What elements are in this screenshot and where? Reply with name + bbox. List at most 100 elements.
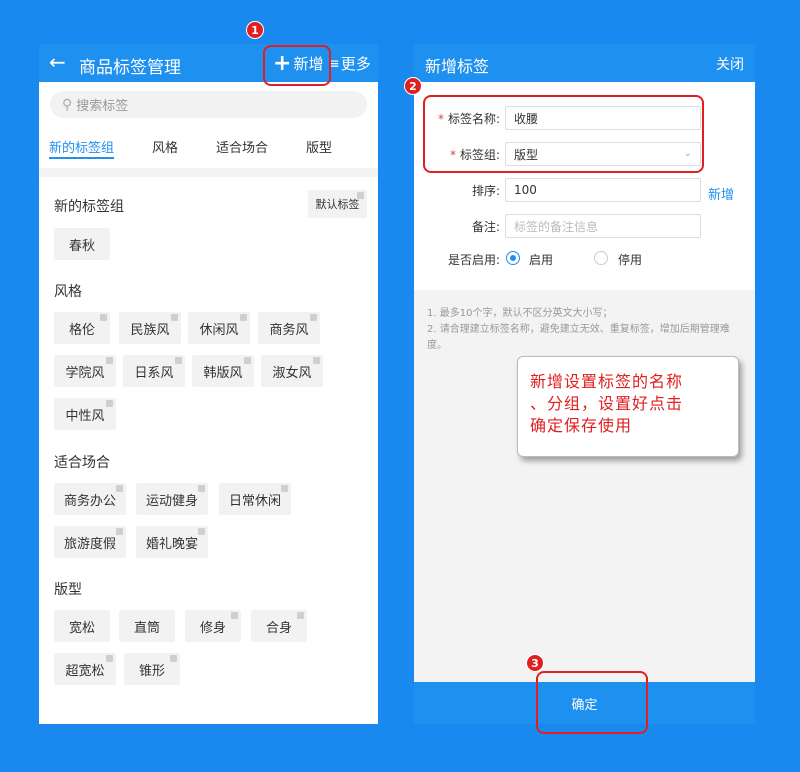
tag-chip[interactable]: 淑女风 (261, 355, 323, 387)
tag-label: 婚礼晚宴 (145, 536, 198, 552)
step-badge-1: 1 (246, 21, 264, 39)
more-label: 更多 (340, 55, 371, 73)
tag-label: 休闲风 (199, 322, 239, 338)
instruction-callout: 新增设置标签的名称 、分组，设置好点击 确定保存使用 (517, 356, 739, 457)
tag-corner-icon (231, 612, 238, 619)
header-bar: 新增标签 关闭 (414, 44, 755, 82)
callout-line: 确定保存使用 (530, 416, 633, 435)
tips-text: 1. 最多10个字，默认不区分英文大小写； 2. 请合理建立标签名称，避免建立无… (427, 306, 747, 354)
tag-chip[interactable]: 学院风 (54, 355, 116, 387)
tag-corner-icon (281, 485, 288, 492)
tag-label: 学院风 (65, 365, 105, 381)
tag-chip[interactable]: 修身 (185, 610, 241, 642)
tag-label: 锥形 (138, 663, 165, 679)
enable-label: 是否启用: (447, 253, 500, 267)
group-title: 新的标签组 (54, 199, 124, 215)
more-button[interactable]: ≡ 更多 (328, 53, 371, 74)
order-input[interactable]: 100 (505, 178, 701, 202)
enable-radio[interactable] (506, 251, 520, 265)
tag-chip[interactable]: 直筒 (119, 610, 175, 642)
default-tags-button[interactable]: 默认标签 (308, 190, 367, 218)
tag-chip[interactable]: 日系风 (123, 355, 185, 387)
annotation-box-3 (536, 671, 648, 734)
tag-chip[interactable]: 商务风 (258, 312, 320, 344)
tag-label: 韩版风 (203, 365, 243, 381)
disable-radio[interactable] (594, 251, 608, 265)
tab-underline (49, 157, 115, 159)
group-title: 适合场合 (54, 455, 110, 471)
tag-corner-icon (297, 612, 304, 619)
tag-corner-icon (106, 655, 113, 662)
remark-input[interactable]: 标签的备注信息 (505, 214, 701, 238)
tag-chip[interactable]: 超宽松 (54, 653, 116, 685)
tag-chip[interactable]: 中性风 (54, 398, 116, 430)
tab-style[interactable]: 风格 (152, 137, 178, 156)
annotation-box-1 (263, 45, 331, 86)
tag-chip[interactable]: 休闲风 (188, 312, 250, 344)
tag-chip[interactable]: 婚礼晚宴 (136, 526, 208, 558)
group-title: 风格 (54, 284, 82, 300)
tag-chip[interactable]: 合身 (251, 610, 307, 642)
tag-label: 商务办公 (63, 493, 116, 509)
tag-chip[interactable]: 格伦 (54, 312, 110, 344)
tag-label: 宽松 (68, 620, 95, 636)
tag-label: 商务风 (269, 322, 309, 338)
tag-corner-icon (313, 357, 320, 364)
tab-occasion[interactable]: 适合场合 (216, 137, 268, 156)
group-title: 版型 (54, 582, 82, 598)
tag-chip[interactable]: 民族风 (119, 312, 181, 344)
tag-corner-icon (198, 528, 205, 535)
tab-label: 适合场合 (216, 141, 269, 156)
tag-label: 修身 (199, 620, 226, 636)
default-tags-label: 默认标签 (315, 198, 360, 211)
tag-label: 格伦 (68, 322, 95, 338)
close-button[interactable]: 关闭 (716, 54, 744, 74)
tag-label: 日系风 (134, 365, 174, 381)
tag-corner-icon (170, 655, 177, 662)
tag-label: 民族风 (130, 322, 170, 338)
tag-chip[interactable]: 韩版风 (192, 355, 254, 387)
tag-corner-icon (116, 485, 123, 492)
tag-label: 春秋 (68, 238, 95, 254)
tag-corner-icon (106, 400, 113, 407)
tag-label: 超宽松 (65, 663, 105, 679)
page-title: 新增标签 (425, 57, 490, 76)
tag-corner-icon (240, 314, 247, 321)
search-placeholder: 搜索标签 (76, 99, 129, 114)
tab-label: 风格 (152, 141, 179, 156)
section-divider (39, 168, 378, 177)
tag-label: 淑女风 (272, 365, 312, 381)
tag-chip[interactable]: 春秋 (54, 228, 110, 260)
step-badge-2: 2 (404, 77, 422, 95)
tag-label: 运动健身 (145, 493, 198, 509)
tag-corner-icon (244, 357, 251, 364)
tag-chip[interactable]: 商务办公 (54, 483, 126, 515)
callout-line: 新增设置标签的名称 (530, 372, 684, 391)
tab-fit[interactable]: 版型 (306, 137, 332, 156)
page-title: 商品标签管理 (79, 58, 181, 78)
tag-label: 旅游度假 (63, 536, 116, 552)
tag-corner-icon (171, 314, 178, 321)
search-input[interactable]: ⚲ 搜索标签 (50, 91, 367, 118)
tag-chip[interactable]: 旅游度假 (54, 526, 126, 558)
tip-line: 1. 最多10个字，默认不区分英文大小写； (427, 308, 613, 319)
tag-chip[interactable]: 锥形 (124, 653, 180, 685)
callout-line: 、分组，设置好点击 (530, 394, 684, 413)
tag-chip[interactable]: 日常休闲 (219, 483, 291, 515)
tab-new-group[interactable]: 新的标签组 (49, 137, 115, 159)
new-group-link[interactable]: 新增 (708, 184, 734, 203)
tag-corner-icon (357, 192, 364, 199)
tag-label: 中性风 (65, 408, 105, 424)
order-label: 排序: (471, 184, 500, 198)
back-arrow-icon[interactable]: ← (49, 51, 66, 73)
tag-chip[interactable]: 运动健身 (136, 483, 208, 515)
step-badge-3: 3 (526, 654, 544, 672)
tab-bar: 新的标签组 风格 适合场合 版型 (39, 132, 378, 160)
tag-management-screen: ← 商品标签管理 + 新增 ≡ 更多 ⚲ 搜索标签 新的标签组 风格 适合场合 … (39, 44, 378, 724)
tag-chip[interactable]: 宽松 (54, 610, 110, 642)
tip-line: 2. 请合理建立标签名称，避免建立无效、重复标签，增加后期管理难度。 (427, 324, 730, 351)
tag-label: 合身 (265, 620, 292, 636)
tag-corner-icon (106, 357, 113, 364)
tag-label: 日常休闲 (228, 493, 281, 509)
tag-corner-icon (175, 357, 182, 364)
